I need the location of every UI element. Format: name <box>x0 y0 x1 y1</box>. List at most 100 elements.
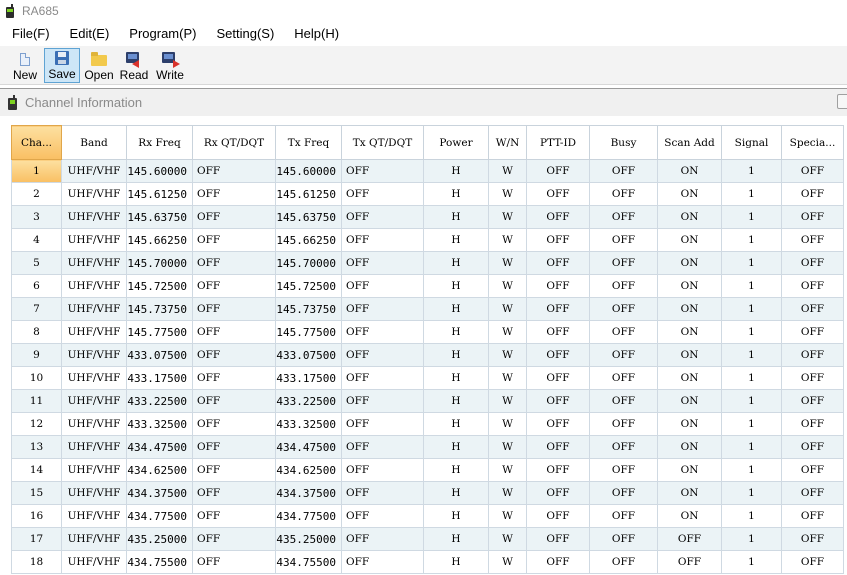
cell-power[interactable]: H <box>423 504 489 528</box>
cell-tx-freq[interactable]: 145.73750 <box>275 297 342 321</box>
cell-tx-qt-dqt[interactable]: OFF <box>341 527 424 551</box>
table-row[interactable]: 3 UHF/VHF 145.63750 OFF 145.63750 OFF H W OFF OFF… <box>11 205 844 229</box>
cell-signal[interactable]: 1 <box>721 412 782 436</box>
cell-power[interactable]: H <box>423 182 489 206</box>
cell-rx-freq[interactable]: 145.77500 <box>126 320 193 344</box>
cell-wn[interactable]: W <box>488 297 527 321</box>
cell-channel[interactable]: 16 <box>11 504 62 528</box>
cell-tx-freq[interactable]: 145.77500 <box>275 320 342 344</box>
table-row[interactable]: 14 UHF/VHF 434.62500 OFF 434.62500 OFF H W OFF OF… <box>11 458 844 482</box>
cell-wn[interactable]: W <box>488 527 527 551</box>
cell-rx-qt-dqt[interactable]: OFF <box>192 343 276 367</box>
cell-rx-qt-dqt[interactable]: OFF <box>192 228 276 252</box>
table-row[interactable]: 5 UHF/VHF 145.70000 OFF 145.70000 OFF H W OFF OFF… <box>11 251 844 275</box>
column-header-rx-freq[interactable]: Rx Freq <box>126 125 193 160</box>
cell-ptt-id[interactable]: OFF <box>526 159 590 183</box>
cell-wn[interactable]: W <box>488 228 527 252</box>
cell-rx-freq[interactable]: 434.37500 <box>126 481 193 505</box>
table-row[interactable]: 13 UHF/VHF 434.47500 OFF 434.47500 OFF H W OFF OF… <box>11 435 844 459</box>
cell-busy[interactable]: OFF <box>589 550 658 574</box>
column-header-channel[interactable]: Cha... <box>11 125 62 160</box>
cell-special[interactable]: OFF <box>781 182 844 206</box>
column-header-special[interactable]: Specia... <box>781 125 844 160</box>
cell-band[interactable]: UHF/VHF <box>61 389 127 413</box>
cell-channel[interactable]: 10 <box>11 366 62 390</box>
new-button[interactable]: New <box>10 48 40 83</box>
cell-band[interactable]: UHF/VHF <box>61 435 127 459</box>
cell-band[interactable]: UHF/VHF <box>61 550 127 574</box>
cell-wn[interactable]: W <box>488 182 527 206</box>
cell-special[interactable]: OFF <box>781 366 844 390</box>
cell-rx-freq[interactable]: 433.22500 <box>126 389 193 413</box>
cell-power[interactable]: H <box>423 159 489 183</box>
cell-rx-freq[interactable]: 145.72500 <box>126 274 193 298</box>
cell-rx-freq[interactable]: 145.70000 <box>126 251 193 275</box>
cell-special[interactable]: OFF <box>781 504 844 528</box>
cell-rx-qt-dqt[interactable]: OFF <box>192 504 276 528</box>
cell-channel[interactable]: 5 <box>11 251 62 275</box>
cell-ptt-id[interactable]: OFF <box>526 504 590 528</box>
cell-power[interactable]: H <box>423 320 489 344</box>
cell-rx-qt-dqt[interactable]: OFF <box>192 366 276 390</box>
cell-band[interactable]: UHF/VHF <box>61 458 127 482</box>
cell-rx-freq[interactable]: 433.17500 <box>126 366 193 390</box>
cell-channel[interactable]: 6 <box>11 274 62 298</box>
menu-program[interactable]: Program(P) <box>121 24 204 44</box>
table-row[interactable]: 12 UHF/VHF 433.32500 OFF 433.32500 OFF H W OFF OF… <box>11 412 844 436</box>
cell-tx-freq[interactable]: 433.07500 <box>275 343 342 367</box>
cell-channel[interactable]: 18 <box>11 550 62 574</box>
cell-special[interactable]: OFF <box>781 435 844 459</box>
cell-signal[interactable]: 1 <box>721 274 782 298</box>
cell-ptt-id[interactable]: OFF <box>526 320 590 344</box>
cell-tx-freq[interactable]: 145.61250 <box>275 182 342 206</box>
cell-tx-qt-dqt[interactable]: OFF <box>341 159 424 183</box>
table-row[interactable]: 7 UHF/VHF 145.73750 OFF 145.73750 OFF H W OFF OFF… <box>11 297 844 321</box>
cell-tx-freq[interactable]: 435.25000 <box>275 527 342 551</box>
cell-signal[interactable]: 1 <box>721 366 782 390</box>
cell-tx-freq[interactable]: 145.70000 <box>275 251 342 275</box>
cell-scan-add[interactable]: ON <box>657 320 722 344</box>
cell-tx-qt-dqt[interactable]: OFF <box>341 320 424 344</box>
cell-rx-qt-dqt[interactable]: OFF <box>192 435 276 459</box>
cell-scan-add[interactable]: ON <box>657 435 722 459</box>
cell-ptt-id[interactable]: OFF <box>526 481 590 505</box>
column-header-signal[interactable]: Signal <box>721 125 782 160</box>
cell-special[interactable]: OFF <box>781 527 844 551</box>
cell-tx-qt-dqt[interactable]: OFF <box>341 228 424 252</box>
cell-tx-freq[interactable]: 434.62500 <box>275 458 342 482</box>
cell-signal[interactable]: 1 <box>721 504 782 528</box>
cell-rx-qt-dqt[interactable]: OFF <box>192 412 276 436</box>
cell-signal[interactable]: 1 <box>721 251 782 275</box>
cell-channel[interactable]: 7 <box>11 297 62 321</box>
cell-ptt-id[interactable]: OFF <box>526 297 590 321</box>
cell-ptt-id[interactable]: OFF <box>526 343 590 367</box>
cell-band[interactable]: UHF/VHF <box>61 159 127 183</box>
cell-rx-freq[interactable]: 434.47500 <box>126 435 193 459</box>
cell-ptt-id[interactable]: OFF <box>526 228 590 252</box>
cell-rx-qt-dqt[interactable]: OFF <box>192 320 276 344</box>
column-header-tx-freq[interactable]: Tx Freq <box>275 125 342 160</box>
cell-wn[interactable]: W <box>488 159 527 183</box>
cell-special[interactable]: OFF <box>781 205 844 229</box>
table-row[interactable]: 17 UHF/VHF 435.25000 OFF 435.25000 OFF H W OFF OF… <box>11 527 844 551</box>
cell-power[interactable]: H <box>423 274 489 298</box>
menu-help[interactable]: Help(H) <box>286 24 347 44</box>
menu-edit[interactable]: Edit(E) <box>62 24 118 44</box>
cell-tx-freq[interactable]: 433.22500 <box>275 389 342 413</box>
cell-signal[interactable]: 1 <box>721 458 782 482</box>
cell-rx-qt-dqt[interactable]: OFF <box>192 205 276 229</box>
cell-rx-qt-dqt[interactable]: OFF <box>192 251 276 275</box>
cell-rx-freq[interactable]: 145.63750 <box>126 205 193 229</box>
cell-band[interactable]: UHF/VHF <box>61 412 127 436</box>
table-row[interactable]: 2 UHF/VHF 145.61250 OFF 145.61250 OFF H W OFF OFF… <box>11 182 844 206</box>
cell-wn[interactable]: W <box>488 550 527 574</box>
cell-special[interactable]: OFF <box>781 389 844 413</box>
cell-ptt-id[interactable]: OFF <box>526 389 590 413</box>
cell-power[interactable]: H <box>423 366 489 390</box>
cell-tx-freq[interactable]: 433.17500 <box>275 366 342 390</box>
cell-channel[interactable]: 14 <box>11 458 62 482</box>
cell-rx-freq[interactable]: 434.75500 <box>126 550 193 574</box>
cell-tx-qt-dqt[interactable]: OFF <box>341 343 424 367</box>
table-row[interactable]: 4 UHF/VHF 145.66250 OFF 145.66250 OFF H W OFF OFF… <box>11 228 844 252</box>
cell-tx-qt-dqt[interactable]: OFF <box>341 412 424 436</box>
